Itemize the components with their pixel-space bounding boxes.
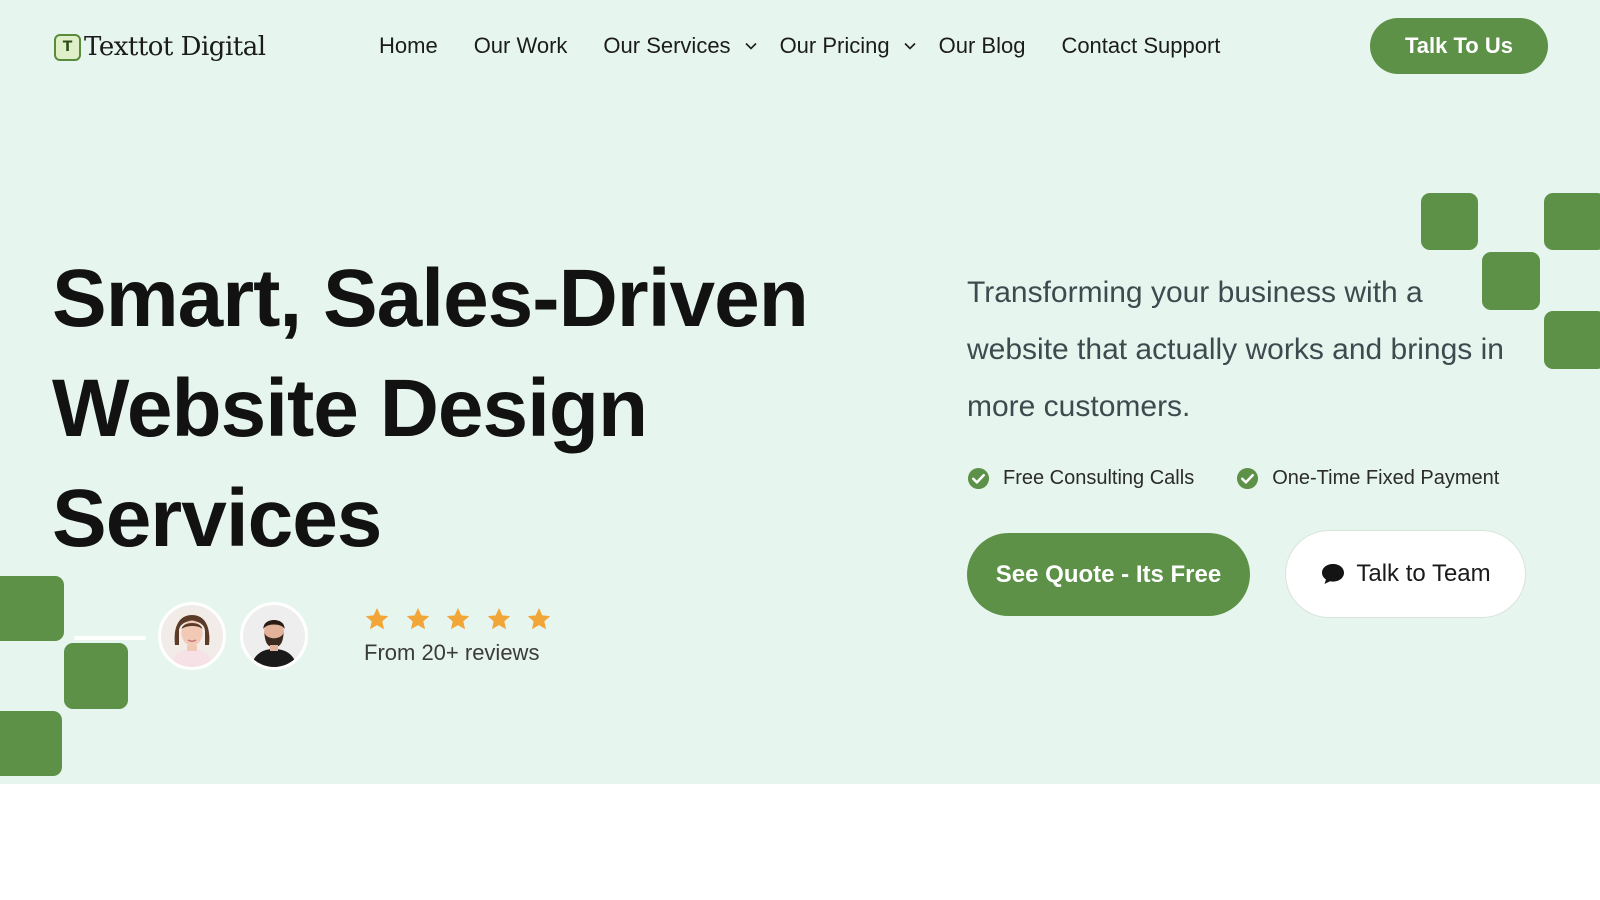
decorative-block bbox=[0, 576, 64, 641]
chat-bubble-icon bbox=[1320, 562, 1346, 586]
decorative-block bbox=[1421, 193, 1478, 250]
hero-section: T Texttot Digital Home Our Work Our Serv… bbox=[0, 0, 1600, 784]
nav-item-label: Our Pricing bbox=[779, 33, 890, 58]
star-icon bbox=[445, 606, 473, 634]
chevron-down-icon bbox=[904, 42, 916, 50]
man-avatar bbox=[240, 602, 308, 670]
feature-item: One-Time Fixed Payment bbox=[1236, 467, 1499, 490]
nav-item-our-work[interactable]: Our Work bbox=[474, 33, 568, 59]
talk-to-team-label: Talk to Team bbox=[1356, 560, 1491, 587]
nav-item-our-services[interactable]: Our Services bbox=[603, 33, 757, 59]
talk-to-us-button[interactable]: Talk To Us bbox=[1370, 18, 1548, 74]
logo-text: Texttot Digital bbox=[84, 32, 266, 62]
woman-avatar bbox=[158, 602, 226, 670]
headline-line: Services bbox=[52, 473, 382, 564]
talk-to-team-button[interactable]: Talk to Team bbox=[1285, 530, 1526, 618]
star-icon bbox=[486, 606, 514, 634]
logo[interactable]: T Texttot Digital bbox=[54, 32, 266, 62]
avatar-connector bbox=[74, 636, 146, 640]
nav-item-contact-support[interactable]: Contact Support bbox=[1061, 33, 1220, 59]
hero-description: Transforming your business with a websit… bbox=[967, 276, 1504, 423]
chevron-down-icon bbox=[744, 42, 757, 50]
nav-item-our-blog[interactable]: Our Blog bbox=[939, 33, 1026, 59]
decorative-block bbox=[0, 711, 62, 776]
nav-item-label: Our Services bbox=[603, 33, 731, 58]
hero-headline: Smart, Sales-Driven Website Design Servi… bbox=[52, 244, 932, 574]
star-icon bbox=[526, 606, 554, 634]
nav-item-label: Home bbox=[379, 33, 438, 58]
headline-line: Smart, Sales-Driven bbox=[52, 253, 809, 344]
decorative-block bbox=[1544, 311, 1600, 369]
headline-line: Website Design bbox=[52, 363, 648, 454]
see-quote-button[interactable]: See Quote - Its Free bbox=[967, 533, 1250, 616]
check-circle-icon bbox=[1236, 467, 1259, 490]
nav-item-home[interactable]: Home bbox=[379, 33, 438, 59]
reviews-count: From 20+ reviews bbox=[364, 640, 540, 665]
feature-label: Free Consulting Calls bbox=[1003, 467, 1195, 489]
decorative-block bbox=[1544, 193, 1600, 250]
nav-item-label: Our Work bbox=[473, 33, 568, 58]
nav-item-our-pricing[interactable]: Our Pricing bbox=[780, 33, 916, 59]
feature-list: Free Consulting Calls One-Time Fixed Pay… bbox=[967, 467, 1541, 490]
decorative-block bbox=[64, 643, 128, 709]
main-nav: Home Our Work Our Services Our Pricing O… bbox=[379, 30, 1256, 62]
feature-item: Free Consulting Calls bbox=[967, 467, 1194, 490]
check-circle-icon bbox=[967, 467, 990, 490]
star-icon bbox=[405, 606, 433, 634]
nav-item-label: Contact Support bbox=[1061, 33, 1221, 58]
rating-stars bbox=[364, 606, 567, 634]
star-icon bbox=[364, 606, 392, 634]
feature-label: One-Time Fixed Payment bbox=[1272, 467, 1500, 489]
nav-item-label: Our Blog bbox=[938, 33, 1026, 58]
logo-mark-icon: T bbox=[54, 33, 81, 61]
